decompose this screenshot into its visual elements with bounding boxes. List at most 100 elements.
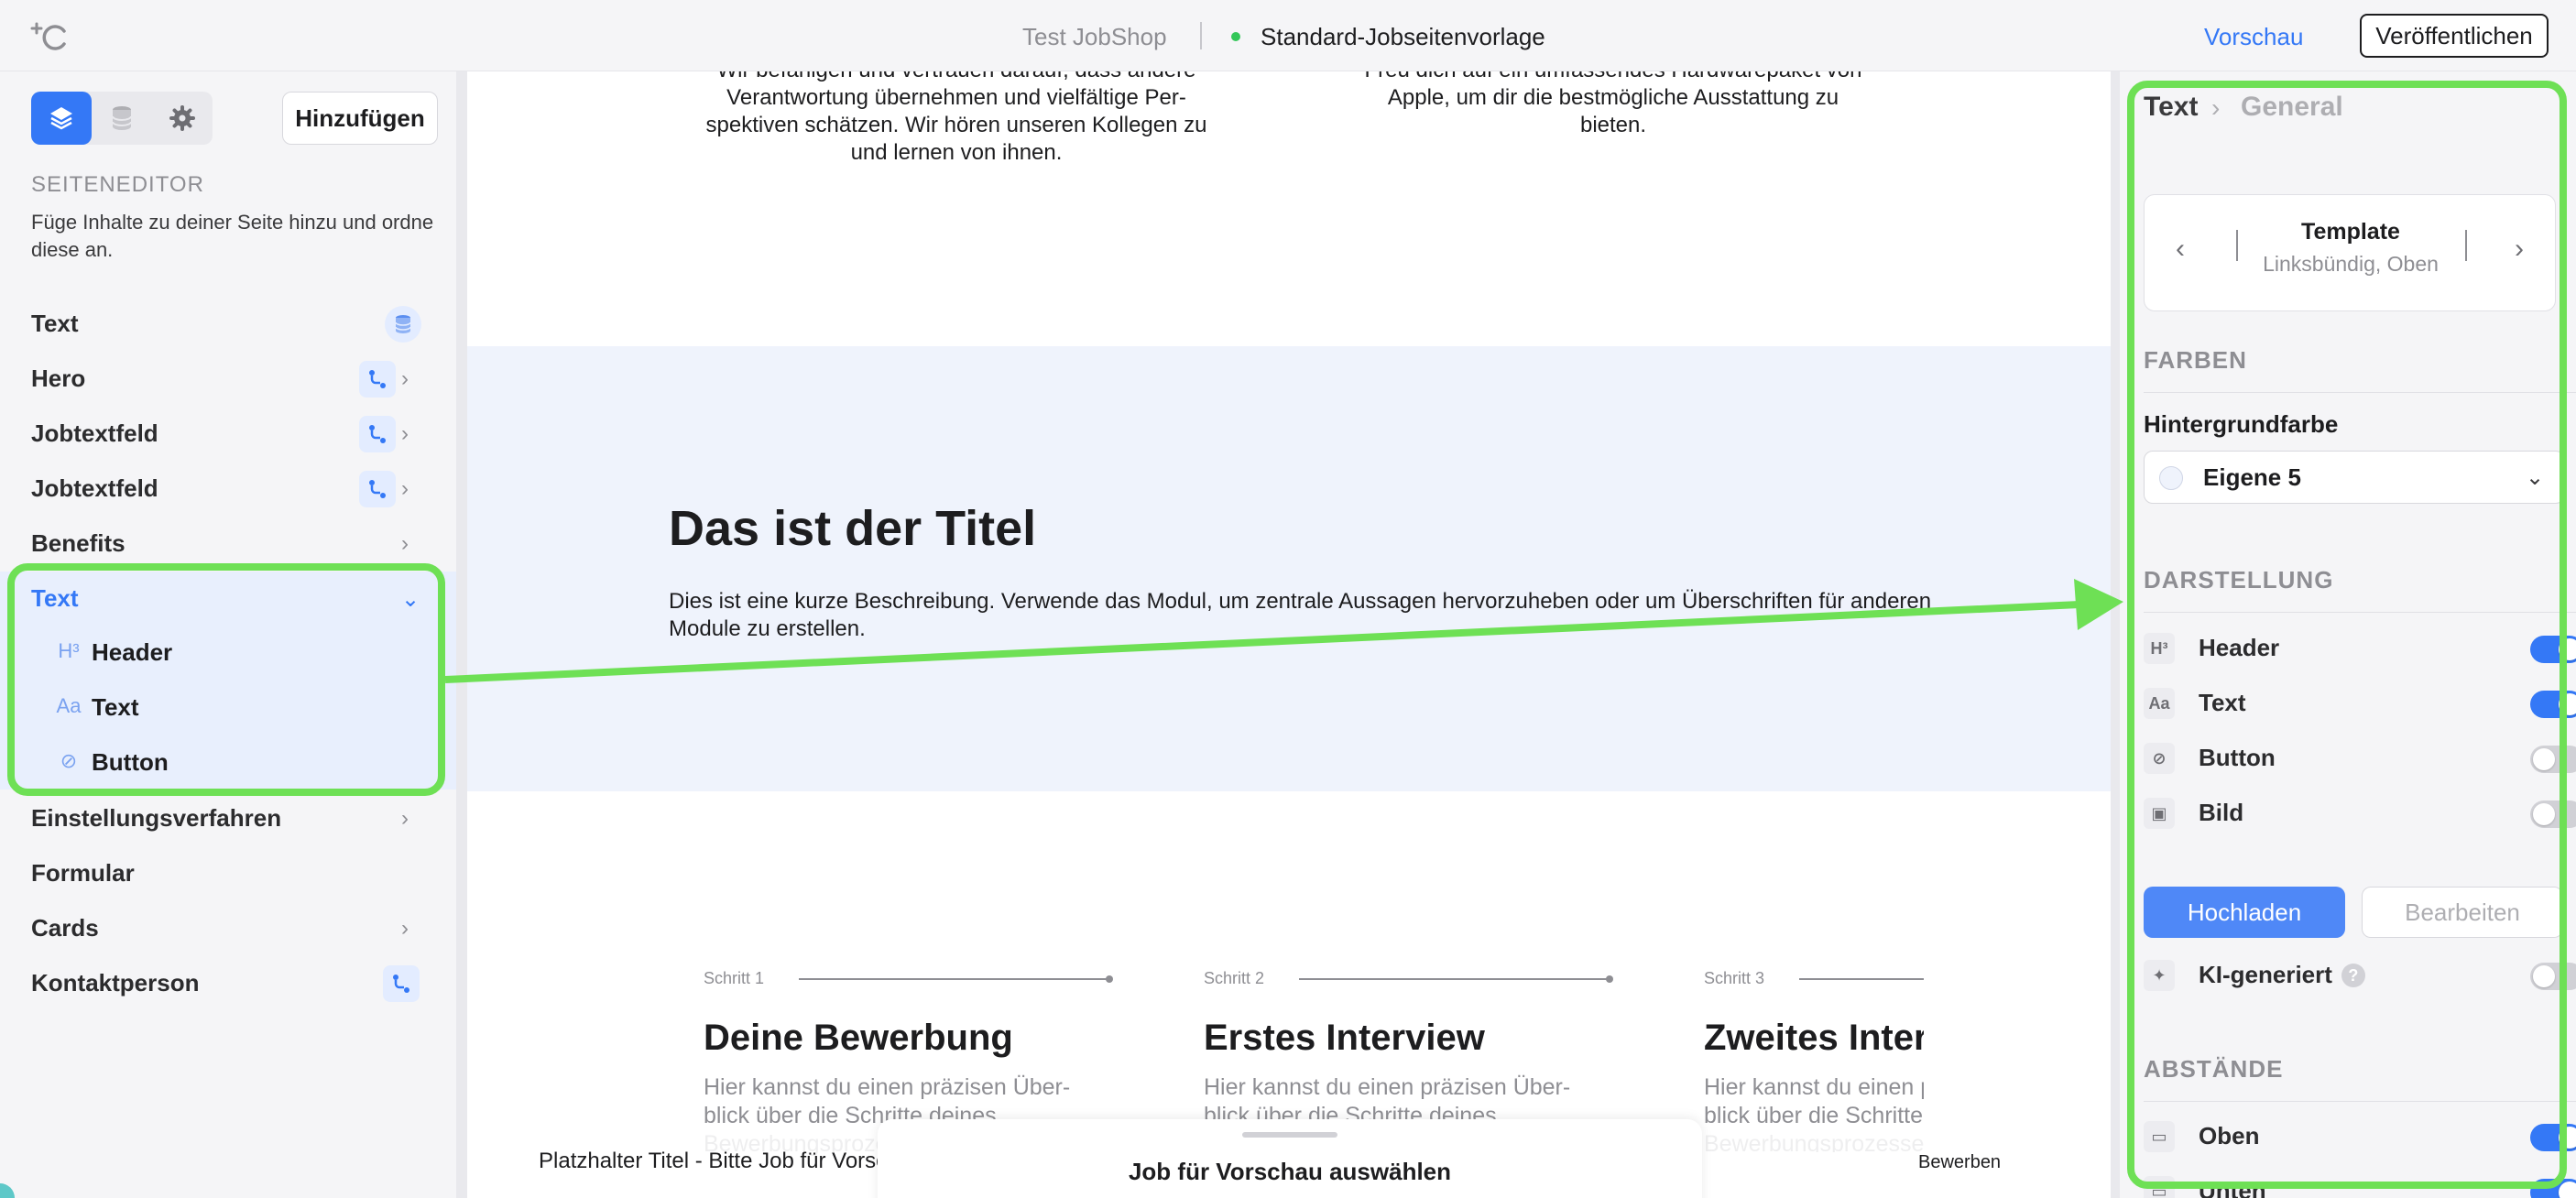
toggle-label: KI-generiert? xyxy=(2199,961,2365,989)
breadcrumb-chevron-icon: › xyxy=(2211,93,2221,122)
toggle-row-image: ▣ Bild xyxy=(2144,790,2576,836)
edit-button[interactable]: Bearbeiten xyxy=(2362,887,2563,938)
preview-button[interactable]: Vorschau xyxy=(2204,20,2303,53)
layers-icon xyxy=(50,107,72,130)
publish-button[interactable]: Veröffentlichen xyxy=(2360,14,2549,58)
step-number: Schritt 3 xyxy=(1704,969,1765,987)
chevron-right-icon[interactable]: › xyxy=(401,366,409,392)
add-module-button[interactable]: Hinzufügen xyxy=(282,92,438,145)
apply-link[interactable]: Bewerben xyxy=(1918,1152,2001,1173)
button-toggle[interactable] xyxy=(2530,746,2576,773)
spacing-top-toggle[interactable] xyxy=(2530,1124,2576,1151)
subitem-button[interactable]: ⊘ Button xyxy=(0,735,456,790)
module-label: Einstellungsverfahren xyxy=(31,804,282,832)
module-item-hero[interactable]: Hero › xyxy=(0,352,456,405)
color-swatch xyxy=(2159,466,2183,490)
template-picker: ‹ Template Linksbündig, Oben › xyxy=(2144,194,2556,311)
spacing-bottom-icon: ▭ xyxy=(2144,1176,2175,1198)
help-icon[interactable]: ? xyxy=(2341,964,2365,987)
spacing-section-title: ABSTÄNDE xyxy=(2144,1055,2284,1083)
module-label: Text xyxy=(31,584,79,612)
text-toggle[interactable] xyxy=(2530,691,2576,718)
step-line xyxy=(1799,978,1924,980)
heading-icon: H³ xyxy=(2144,633,2175,664)
step-number: Schritt 2 xyxy=(1204,969,1265,987)
upload-button[interactable]: Hochladen xyxy=(2144,887,2345,938)
section-description: Füge Inhalte zu deiner Seite hinzu und o… xyxy=(31,211,434,261)
layers-tab[interactable] xyxy=(31,92,92,145)
ai-generated-toggle[interactable] xyxy=(2530,963,2576,990)
colors-section-title: FARBEN xyxy=(2144,346,2247,374)
step-line xyxy=(1299,975,1613,983)
top-bar: Test JobShop Standard-Jobseitenvorlage V… xyxy=(0,0,2576,71)
module-item-kontaktperson[interactable]: Kontaktperson xyxy=(0,956,456,1009)
chevron-right-icon[interactable]: › xyxy=(401,421,409,447)
image-toggle[interactable] xyxy=(2530,800,2576,828)
text-icon: Aa xyxy=(2144,688,2175,719)
toggle-label: Bild xyxy=(2199,799,2244,826)
sidebar-view-switch xyxy=(31,92,213,145)
module-label: Jobtextfeld xyxy=(31,474,158,502)
chevron-right-icon[interactable]: › xyxy=(401,476,409,502)
module-label: Hero xyxy=(31,365,86,392)
template-name[interactable]: Standard-Jobseitenvorlage xyxy=(1261,20,1545,53)
module-title: Das ist der Titel xyxy=(669,501,1037,556)
template-title: Template xyxy=(2301,219,2400,245)
step-number: Schritt 1 xyxy=(704,969,765,987)
settings-tab[interactable] xyxy=(152,92,213,145)
step-title: Erstes Interview xyxy=(1204,1018,1485,1058)
chevron-right-icon[interactable]: › xyxy=(401,916,409,942)
module-label: Jobtextfeld xyxy=(31,419,158,447)
selected-color: Eigene 5 xyxy=(2203,463,2301,491)
shop-name[interactable]: Test JobShop xyxy=(1022,20,1167,53)
module-item-jobtextfeld[interactable]: Jobtextfeld › xyxy=(0,462,456,515)
chevron-down-icon[interactable]: ⌄ xyxy=(401,586,420,613)
toggle-label: Unten xyxy=(2199,1177,2266,1198)
background-color-select[interactable]: Eigene 5 ⌄ xyxy=(2144,451,2565,504)
text-module-preview[interactable]: Das ist der Titel Dies ist eine kurze Be… xyxy=(467,346,2111,791)
step-line xyxy=(799,975,1113,983)
connection-badge-icon xyxy=(359,361,396,398)
module-item-jobtextfeld[interactable]: Jobtextfeld › xyxy=(0,407,456,460)
module-label: Cards xyxy=(31,914,99,942)
sheet-grabber[interactable] xyxy=(1242,1132,1337,1138)
connection-badge-icon xyxy=(359,416,396,452)
benefit-text-left: Wir befähigen und vertrauen darauf, dass… xyxy=(705,71,1207,165)
module-item-einstellungsverfahren[interactable]: Einstellungsverfahren › xyxy=(0,791,456,844)
properties-panel: Text › General ‹ Template Linksbündig, O… xyxy=(2120,71,2576,1198)
chevron-right-icon[interactable]: › xyxy=(401,531,409,557)
toggle-label: Text xyxy=(2199,689,2246,716)
subitem-label: Button xyxy=(92,748,169,776)
module-item-cards[interactable]: Cards › xyxy=(0,901,456,954)
image-icon: ▣ xyxy=(2144,798,2175,829)
database-tab[interactable] xyxy=(92,92,152,145)
job-select-sheet[interactable]: Job für Vorschau auswählen xyxy=(878,1119,1702,1198)
chevron-right-icon[interactable]: › xyxy=(2515,234,2524,265)
toggle-label: Header xyxy=(2199,634,2280,661)
breadcrumb-separator xyxy=(1200,22,1202,49)
status-dot-icon xyxy=(1231,32,1240,41)
divider xyxy=(2144,612,2576,613)
process-step-3: Schritt 3 Zweites Interview Hier kannst … xyxy=(1704,969,1924,1152)
toggle-label: Button xyxy=(2199,744,2276,771)
breadcrumb-module[interactable]: Text xyxy=(2144,92,2198,123)
ai-label: KI-generiert xyxy=(2199,961,2332,988)
app-logo-icon[interactable] xyxy=(27,20,71,53)
step-title: Zweites Interview xyxy=(1704,1018,1924,1058)
module-item-benefits[interactable]: Benefits › xyxy=(0,517,456,570)
text-icon: Aa xyxy=(56,694,82,717)
toggle-row-spacing-bottom: ▭ Unten xyxy=(2144,1169,2576,1198)
spacing-bottom-toggle[interactable] xyxy=(2530,1179,2576,1198)
chevron-right-icon[interactable]: › xyxy=(401,806,409,832)
module-item-text-selected[interactable]: Text ⌄ xyxy=(0,572,456,625)
link-icon: ⊘ xyxy=(2144,743,2175,774)
subitem-text[interactable]: Aa Text xyxy=(0,680,456,735)
subitem-header[interactable]: H³ Header xyxy=(0,625,456,680)
chevron-down-icon: ⌄ xyxy=(2526,465,2545,490)
module-item-formular[interactable]: Formular xyxy=(0,846,456,899)
breadcrumb-section: General xyxy=(2241,92,2343,122)
header-toggle[interactable] xyxy=(2530,636,2576,663)
toggle-label: Oben xyxy=(2199,1122,2260,1149)
module-item-text[interactable]: Text xyxy=(0,297,456,350)
toggle-row-spacing-top: ▭ Oben xyxy=(2144,1114,2576,1160)
